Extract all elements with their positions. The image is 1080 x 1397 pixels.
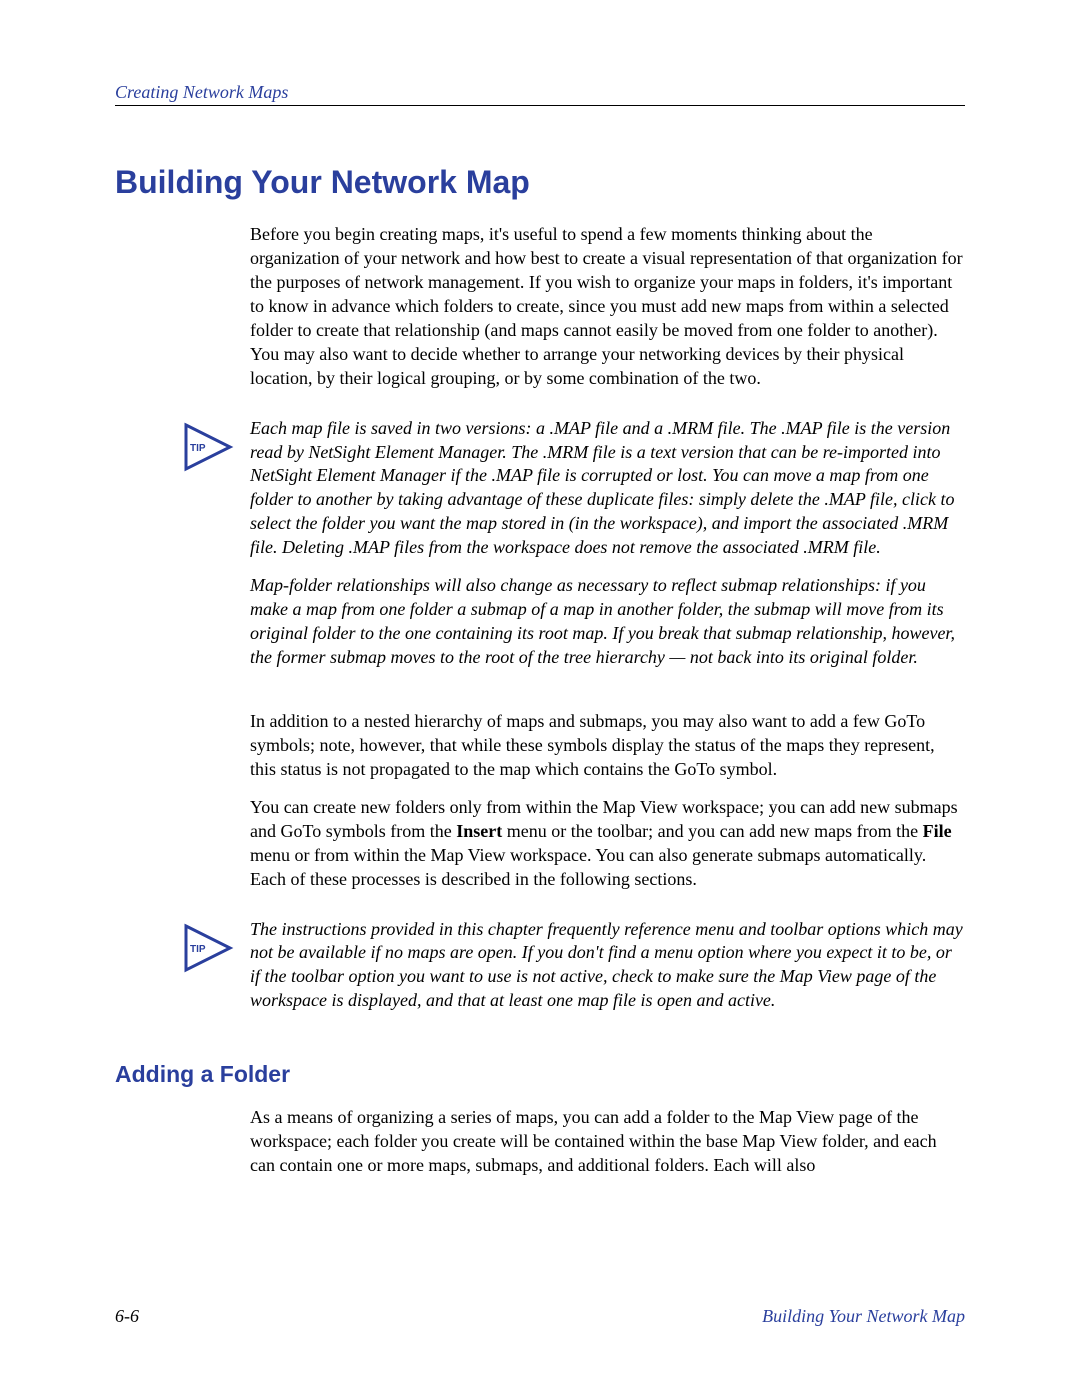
tip-text-2: The instructions provided in this chapte… bbox=[250, 918, 965, 1028]
tip-block-1: TIP Each map file is saved in two versio… bbox=[180, 417, 965, 684]
tip1-paragraph-2: Map-folder relationships will also chang… bbox=[250, 574, 965, 670]
tip-icon: TIP bbox=[180, 417, 250, 475]
tip2-paragraph-1: The instructions provided in this chapte… bbox=[250, 918, 965, 1014]
intro-paragraph: Before you begin creating maps, it's use… bbox=[250, 223, 965, 391]
page-header: Creating Network Maps bbox=[115, 82, 965, 106]
subsection-title: Adding a Folder bbox=[115, 1061, 965, 1088]
mid-p2-post: menu or from within the Map View workspa… bbox=[250, 845, 926, 889]
tip-block-2: TIP The instructions provided in this ch… bbox=[180, 918, 965, 1028]
subsection-paragraph-1: As a means of organizing a series of map… bbox=[250, 1106, 965, 1178]
page: Creating Network Maps Building Your Netw… bbox=[0, 0, 1080, 1397]
mid-p2-bold2: File bbox=[923, 821, 952, 841]
tip-label: TIP bbox=[190, 944, 206, 955]
breadcrumb: Creating Network Maps bbox=[115, 82, 288, 102]
mid-p2-mid: menu or the toolbar; and you can add new… bbox=[502, 821, 922, 841]
page-footer: 6-6 Building Your Network Map bbox=[115, 1306, 965, 1327]
tip-label: TIP bbox=[190, 443, 206, 454]
section-title: Building Your Network Map bbox=[115, 164, 965, 201]
subsection-body: As a means of organizing a series of map… bbox=[250, 1106, 965, 1178]
tip1-paragraph-1: Each map file is saved in two versions: … bbox=[250, 417, 965, 561]
page-number: 6-6 bbox=[115, 1306, 139, 1327]
mid-block: In addition to a nested hierarchy of map… bbox=[250, 710, 965, 892]
mid-paragraph-1: In addition to a nested hierarchy of map… bbox=[250, 710, 965, 782]
intro-block: Before you begin creating maps, it's use… bbox=[250, 223, 965, 391]
footer-section: Building Your Network Map bbox=[762, 1306, 965, 1327]
tip-text-1: Each map file is saved in two versions: … bbox=[250, 417, 965, 684]
mid-p2-bold1: Insert bbox=[456, 821, 502, 841]
mid-paragraph-2: You can create new folders only from wit… bbox=[250, 796, 965, 892]
tip-icon: TIP bbox=[180, 918, 250, 976]
